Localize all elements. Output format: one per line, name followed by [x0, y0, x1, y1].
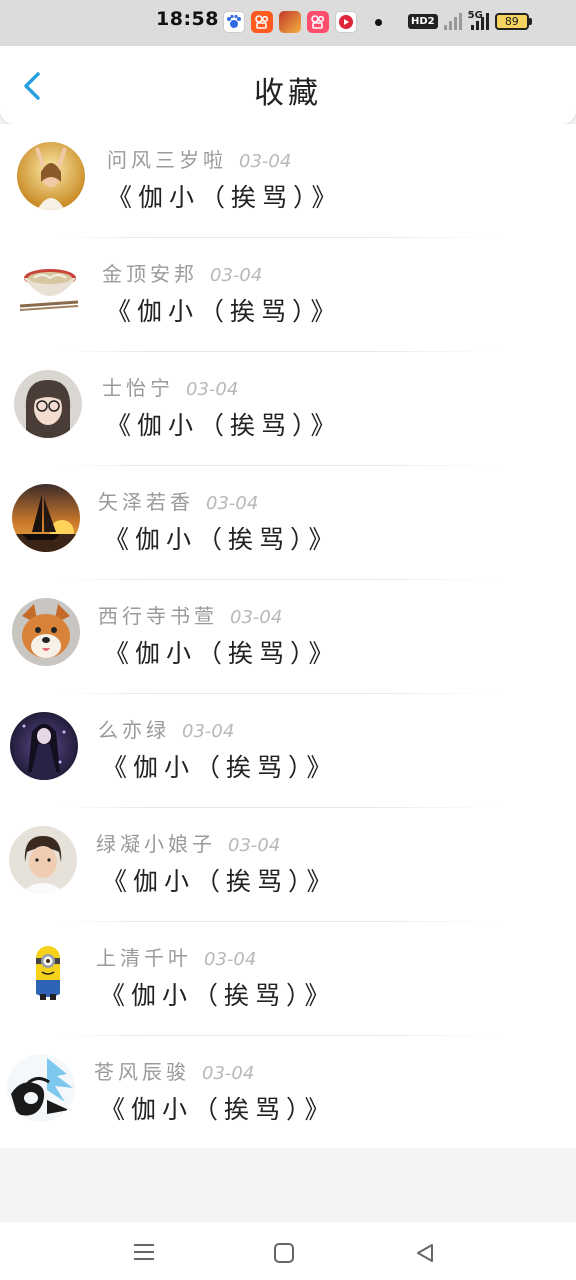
video-app-icon	[335, 11, 357, 33]
home-button[interactable]	[273, 1242, 295, 1268]
author-name: 金顶安邦	[102, 262, 198, 286]
list-item[interactable]: 士怡宁 03-04 《伽小（挨骂）》	[0, 352, 576, 466]
book-title[interactable]: 《伽小（挨骂）》	[107, 178, 343, 214]
favorite-date: 03-04	[239, 151, 292, 172]
favorite-author: 绿凝小娘子 03-04	[96, 828, 280, 857]
favorite-date: 03-04	[182, 721, 235, 742]
avatar	[12, 598, 80, 666]
favorite-date: 03-04	[206, 493, 259, 514]
menu-icon	[134, 1244, 154, 1260]
favorite-author: 矢泽若香 03-04	[98, 486, 258, 515]
book-title[interactable]: 《伽小（挨骂）》	[106, 292, 342, 328]
back-triangle-icon	[417, 1244, 433, 1262]
list-item[interactable]: 矢泽若香 03-04 《伽小（挨骂）》	[0, 466, 576, 580]
avatar	[12, 484, 80, 552]
favorite-date: 03-04	[202, 1063, 255, 1084]
favorite-author: 么亦绿 03-04	[98, 714, 234, 743]
avatar	[14, 936, 82, 1004]
baidu-app-icon	[223, 11, 245, 33]
author-name: 士怡宁	[102, 376, 174, 400]
favorite-date: 03-04	[186, 379, 239, 400]
author-name: 绿凝小娘子	[96, 832, 216, 856]
kuaishou-lite-app-icon	[307, 11, 329, 33]
system-nav-bar	[0, 1222, 576, 1280]
page-header: 收藏	[0, 46, 576, 124]
avatar	[10, 712, 78, 780]
favorite-author: 士怡宁 03-04	[102, 372, 238, 401]
author-name: 问风三岁啦	[107, 148, 227, 172]
favorite-date: 03-04	[210, 265, 263, 286]
avatar	[14, 370, 82, 438]
favorite-author: 上清千叶 03-04	[96, 942, 256, 971]
favorite-author: 金顶安邦 03-04	[102, 258, 262, 287]
author-name: 矢泽若香	[98, 490, 194, 514]
menu-button[interactable]	[132, 1242, 156, 1266]
home-square-icon	[274, 1243, 294, 1263]
favorite-date: 03-04	[228, 835, 281, 856]
avatar	[16, 256, 84, 324]
favorite-author: 苍风辰骏 03-04	[94, 1056, 254, 1085]
favorite-date: 03-04	[204, 949, 257, 970]
status-bar: 18:58 HD2 5G 89	[0, 0, 576, 46]
list-item[interactable]: 金顶安邦 03-04 《伽小（挨骂）》	[0, 238, 576, 352]
battery-level: 89	[504, 14, 519, 28]
list-item[interactable]: 绿凝小娘子 03-04 《伽小（挨骂）》	[0, 808, 576, 922]
book-title[interactable]: 《伽小（挨骂）》	[102, 862, 338, 898]
author-name: 上清千叶	[96, 946, 192, 970]
list-item[interactable]: 上清千叶 03-04 《伽小（挨骂）》	[0, 922, 576, 1036]
list-item[interactable]: 苍风辰骏 03-04 《伽小（挨骂）》	[0, 1036, 576, 1150]
avatar	[17, 142, 85, 210]
book-title[interactable]: 《伽小（挨骂）》	[106, 406, 342, 442]
author-name: 西行寺书萱	[98, 604, 218, 628]
author-name: 么亦绿	[98, 718, 170, 742]
hd-voice-icon: HD2	[408, 13, 438, 29]
status-indicators: HD2 5G 89	[408, 9, 532, 30]
page-title: 收藏	[254, 76, 322, 111]
list-item[interactable]: 西行寺书萱 03-04 《伽小（挨骂）》	[0, 580, 576, 694]
book-title[interactable]: 《伽小（挨骂）》	[100, 976, 336, 1012]
list-item[interactable]: 问风三岁啦 03-04 《伽小（挨骂）》	[0, 124, 576, 238]
notification-icons	[223, 11, 357, 33]
favorites-list: 问风三岁啦 03-04 《伽小（挨骂）》 金顶安邦 03-04 《伽小（挨骂）》	[0, 124, 576, 1148]
back-nav-button[interactable]	[414, 1242, 436, 1268]
book-title[interactable]: 《伽小（挨骂）》	[102, 748, 338, 784]
avatar	[9, 826, 77, 894]
battery-icon: 89	[494, 12, 532, 30]
avatar	[7, 1054, 75, 1122]
game-app-icon	[279, 11, 301, 33]
favorite-author: 西行寺书萱 03-04	[98, 600, 282, 629]
author-name: 苍风辰骏	[94, 1060, 190, 1084]
status-time: 18:58	[156, 8, 219, 30]
book-title[interactable]: 《伽小（挨骂）》	[104, 520, 340, 556]
signal-1-icon	[443, 12, 462, 30]
book-title[interactable]: 《伽小（挨骂）》	[100, 1090, 336, 1126]
favorite-author: 问风三岁啦 03-04	[107, 144, 291, 173]
book-title[interactable]: 《伽小（挨骂）》	[104, 634, 340, 670]
favorite-date: 03-04	[230, 607, 283, 628]
notification-dot-icon	[375, 19, 382, 26]
network-type: 5G	[467, 9, 483, 21]
kuaishou-app-icon	[251, 11, 273, 33]
list-item[interactable]: 么亦绿 03-04 《伽小（挨骂）》	[0, 694, 576, 808]
